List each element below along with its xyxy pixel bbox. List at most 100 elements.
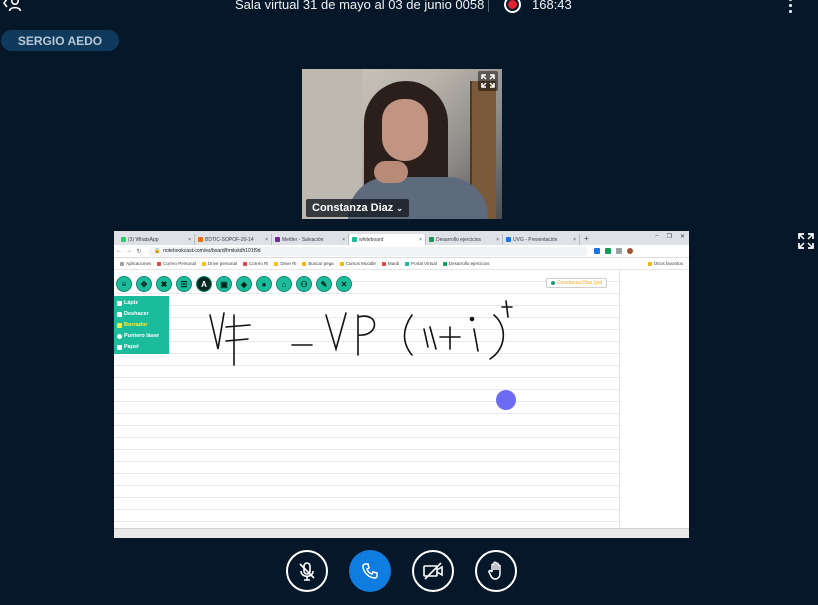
laser-icon bbox=[117, 333, 122, 339]
video-off-icon bbox=[423, 562, 443, 580]
bookmark[interactable]: Drive personal bbox=[202, 261, 237, 266]
raise-hand-button[interactable] bbox=[475, 550, 517, 592]
bookmark-label: Mardi bbox=[387, 261, 400, 266]
bookmark-label: Correo Personal bbox=[163, 261, 197, 266]
bookmark[interactable]: Correo Personal bbox=[157, 261, 196, 266]
bookmark[interactable]: Portal Virtual bbox=[405, 261, 437, 266]
undo-icon bbox=[117, 311, 122, 317]
tab-favicon-icon bbox=[352, 237, 357, 242]
shapes-icon[interactable]: ◆ bbox=[236, 276, 252, 292]
talking-indicator: SERGIO AEDO bbox=[1, 30, 119, 51]
menu-item-pencil[interactable]: Lápiz bbox=[117, 298, 166, 308]
browser-tab[interactable]: UVG - Presentación × bbox=[503, 234, 580, 245]
tab-label: UVG - Presentación bbox=[513, 236, 558, 243]
close-icon[interactable]: × bbox=[573, 237, 576, 243]
bookmark-label: Drive Ri bbox=[280, 261, 297, 266]
forward-icon[interactable]: → bbox=[124, 248, 134, 254]
user-list-button[interactable] bbox=[2, 0, 24, 12]
url-text: notebookcast.com/es/board/frmkxtdh101f9d bbox=[163, 248, 261, 254]
menu-item-laser-pointer[interactable]: Puntero láser bbox=[117, 331, 166, 341]
new-tab-button[interactable]: + bbox=[580, 234, 593, 245]
menu-item-label: Borrador bbox=[124, 322, 148, 328]
expand-icon bbox=[798, 233, 814, 249]
browser-tab[interactable]: Desarrollo ejercicios × bbox=[426, 234, 503, 245]
dot-icon bbox=[788, 0, 792, 1]
webcam-video[interactable]: Constanza Diaz ⌄ bbox=[302, 69, 502, 219]
close-icon[interactable]: ✕ bbox=[680, 233, 685, 240]
tab-favicon-icon bbox=[429, 237, 434, 242]
bookmark[interactable]: Desarrollo ejercicios bbox=[442, 261, 490, 266]
bookmark[interactable]: Mardi bbox=[381, 261, 400, 266]
drive-icon bbox=[202, 261, 207, 266]
unmute-button[interactable] bbox=[286, 550, 328, 592]
extension-icon[interactable] bbox=[605, 248, 611, 254]
horizontal-scrollbar[interactable] bbox=[114, 528, 689, 538]
bookmark[interactable]: Correo Ri bbox=[243, 261, 268, 266]
webcam-user-name: Constanza Diaz bbox=[312, 202, 394, 214]
bookmark[interactable]: Drive Ri bbox=[274, 261, 296, 266]
browser-tab-active[interactable]: whiteboard × bbox=[349, 234, 426, 245]
divider bbox=[488, 0, 489, 12]
close-icon[interactable]: × bbox=[188, 237, 191, 243]
profile-avatar-icon[interactable] bbox=[627, 248, 633, 254]
bookmark[interactable]: Cursos Moodle bbox=[339, 261, 376, 266]
options-menu-button[interactable] bbox=[784, 0, 796, 14]
recording-button[interactable] bbox=[504, 0, 521, 13]
bookmark[interactable]: Otros favoritos bbox=[647, 261, 689, 266]
extension-icon[interactable] bbox=[616, 248, 622, 254]
erase-icon[interactable]: ✖ bbox=[156, 276, 172, 292]
bookmark-label: Correo Ri bbox=[249, 261, 269, 266]
video-person-hand bbox=[374, 161, 408, 183]
close-icon[interactable]: × bbox=[342, 237, 345, 243]
handwritten-formula bbox=[209, 300, 513, 366]
whiteboard-tool-menu: Lápiz Deshacer Borrador Puntero láser Pa… bbox=[114, 296, 169, 354]
webcam-user-dropdown[interactable]: Constanza Diaz ⌄ bbox=[306, 199, 409, 217]
move-icon[interactable]: ✥ bbox=[136, 276, 152, 292]
menu-icon[interactable]: ≡ bbox=[116, 276, 132, 292]
menu-item-eraser[interactable]: Borrador bbox=[117, 320, 166, 330]
users-icon[interactable]: ⚇ bbox=[296, 276, 312, 292]
laser-pointer-icon bbox=[496, 390, 516, 410]
bookmark-label: Aplicaciones bbox=[126, 261, 152, 266]
tab-label: BDTIC-SOPOF-20-14 bbox=[205, 236, 254, 243]
dot-icon bbox=[788, 9, 792, 13]
lock-icon: 🔒 bbox=[154, 248, 161, 254]
star-icon[interactable] bbox=[594, 248, 600, 254]
menu-item-label: Deshacer bbox=[124, 311, 149, 317]
browser-tab[interactable]: (3) WhatsApp × bbox=[118, 234, 195, 245]
menu-item-undo[interactable]: Deshacer bbox=[117, 309, 166, 319]
site-icon bbox=[405, 261, 410, 266]
bookmark-label: Desarrollo ejercicios bbox=[448, 261, 490, 266]
menu-item-paper[interactable]: Papel bbox=[117, 342, 166, 352]
restore-icon[interactable]: ❐ bbox=[667, 233, 672, 240]
lines-icon[interactable]: ☰ bbox=[176, 276, 192, 292]
bookmark[interactable]: Aplicaciones bbox=[120, 261, 151, 266]
online-status-icon bbox=[551, 281, 555, 285]
sheets-icon bbox=[442, 261, 447, 266]
close-icon[interactable]: × bbox=[419, 237, 422, 243]
save-icon[interactable]: ⌂ bbox=[276, 276, 292, 292]
screenshare-fullscreen-button[interactable] bbox=[796, 231, 816, 251]
browser-tab[interactable]: BDTIC-SOPOF-20-14 × bbox=[195, 234, 272, 245]
share-webcam-button[interactable] bbox=[412, 550, 454, 592]
url-field[interactable]: 🔒 notebookcast.com/es/board/frmkxtdh101f… bbox=[148, 246, 588, 256]
minimize-icon[interactable]: – bbox=[655, 233, 658, 240]
menu-item-label: Lápiz bbox=[124, 300, 139, 306]
fullscreen-button[interactable] bbox=[478, 71, 498, 91]
reload-icon[interactable]: ↻ bbox=[134, 248, 144, 255]
close-icon[interactable]: × bbox=[496, 237, 499, 243]
back-icon[interactable]: ← bbox=[114, 248, 124, 254]
comment-icon[interactable]: ● bbox=[256, 276, 272, 292]
tab-favicon-icon bbox=[506, 237, 511, 242]
close-icon[interactable]: × bbox=[265, 237, 268, 243]
paper-icon bbox=[117, 344, 122, 350]
whiteboard-active-user: Constanza Diaz (yo) bbox=[546, 278, 608, 288]
close-icon[interactable]: ✕ bbox=[336, 276, 352, 292]
settings-icon[interactable]: ✎ bbox=[316, 276, 332, 292]
text-icon[interactable]: A bbox=[196, 276, 212, 292]
image-icon[interactable]: ▣ bbox=[216, 276, 232, 292]
video-person-face bbox=[382, 99, 428, 161]
browser-tab[interactable]: Mettler - Salvación × bbox=[272, 234, 349, 245]
bookmark[interactable]: Buscar pega bbox=[302, 261, 334, 266]
leave-audio-button[interactable] bbox=[349, 550, 391, 592]
